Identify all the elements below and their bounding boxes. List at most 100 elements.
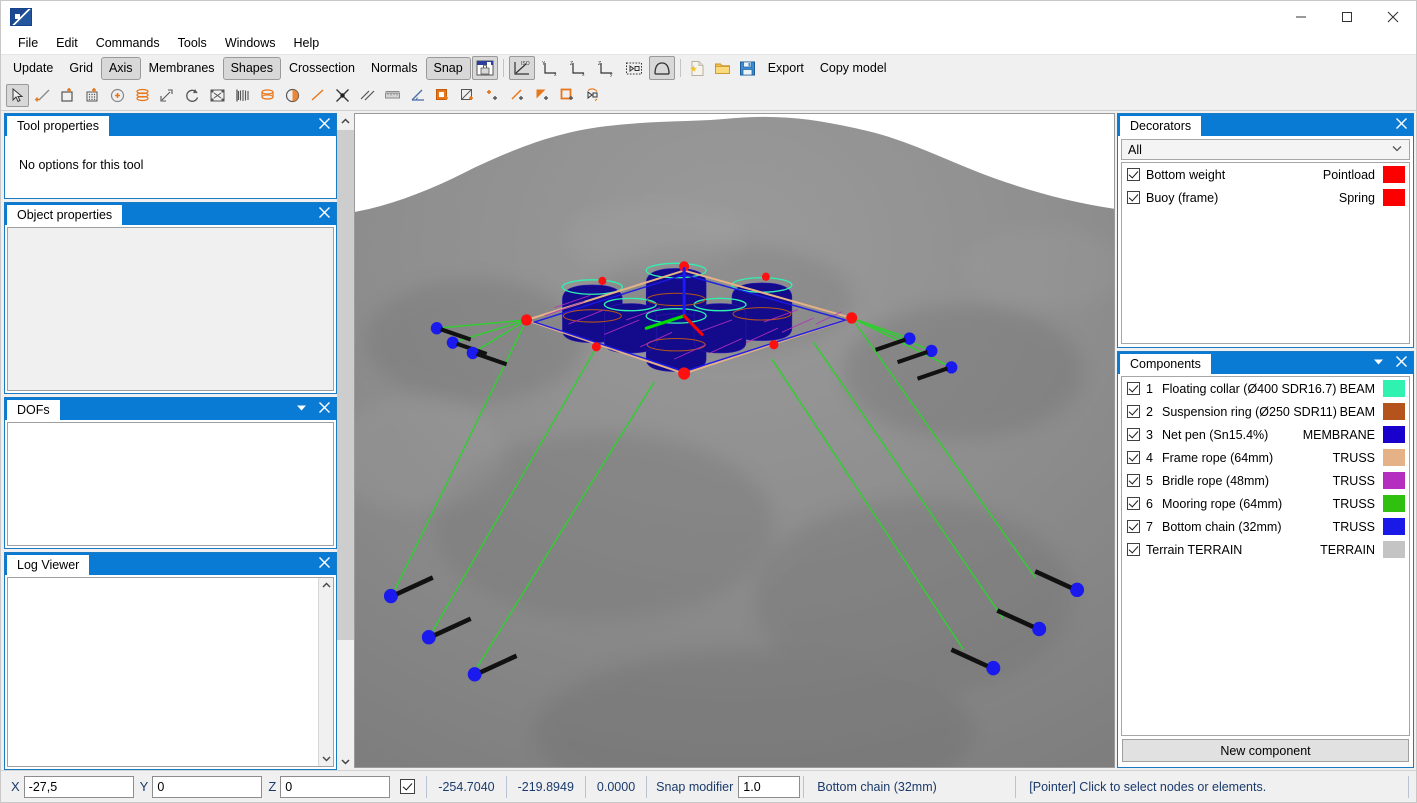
decorator-color-swatch[interactable]: [1383, 166, 1405, 183]
component-color-swatch[interactable]: [1383, 541, 1405, 558]
chevron-down-icon[interactable]: [1372, 355, 1385, 371]
ruler-icon[interactable]: [381, 84, 404, 107]
log-viewer-text-area[interactable]: [7, 577, 334, 767]
component-color-swatch[interactable]: [1383, 426, 1405, 443]
add-surface-icon[interactable]: [431, 84, 454, 107]
copy-shape-icon[interactable]: [581, 84, 604, 107]
close-icon[interactable]: [1395, 117, 1408, 133]
decorator-visibility-checkbox[interactable]: [1127, 191, 1140, 204]
move-node-icon[interactable]: [206, 84, 229, 107]
close-icon[interactable]: [318, 206, 331, 222]
component-visibility-checkbox[interactable]: [1127, 497, 1140, 510]
toolbar-normals-button[interactable]: Normals: [363, 57, 426, 80]
copy-model-button[interactable]: Copy model: [812, 58, 895, 79]
screenshot-lock-icon[interactable]: [471, 56, 498, 80]
panel-decorators-title[interactable]: Decorators: [1120, 116, 1202, 136]
add-cylinder-icon[interactable]: [131, 84, 154, 107]
toolbar-crossection-button[interactable]: Crossection: [281, 57, 363, 80]
log-viewer-scrollbar[interactable]: [318, 578, 333, 766]
table-row[interactable]: Terrain TERRAIN TERRAIN: [1122, 538, 1409, 561]
toolbar-membranes-button[interactable]: Membranes: [141, 57, 223, 80]
component-visibility-checkbox[interactable]: [1127, 382, 1140, 395]
left-dock-scroll-thumb[interactable]: [337, 130, 354, 640]
pointer-select-icon[interactable]: [6, 84, 29, 107]
add-quad-icon[interactable]: [556, 84, 579, 107]
close-icon[interactable]: [318, 117, 331, 133]
component-visibility-checkbox[interactable]: [1127, 474, 1140, 487]
menu-tools[interactable]: Tools: [169, 33, 216, 54]
close-button[interactable]: [1370, 1, 1416, 33]
menu-edit[interactable]: Edit: [47, 33, 87, 54]
x-coordinate-input[interactable]: [23, 775, 134, 798]
dofs-list[interactable]: [7, 422, 334, 546]
add-line-icon[interactable]: [31, 84, 54, 107]
toolbar-grid-button[interactable]: Grid: [61, 57, 101, 80]
new-component-button[interactable]: New component: [1122, 739, 1409, 762]
view-zx-icon[interactable]: Z x: [565, 56, 591, 80]
table-row[interactable]: 3 Net pen (Sn15.4%) MEMBRANE: [1122, 423, 1409, 446]
component-color-swatch[interactable]: [1383, 472, 1405, 489]
components-list[interactable]: 1 Floating collar (Ø400 SDR16.7) BEAM 2 …: [1121, 376, 1410, 736]
extrude-cylinder-icon[interactable]: [256, 84, 279, 107]
component-color-swatch[interactable]: [1383, 403, 1405, 420]
panel-tool-properties-title[interactable]: Tool properties: [7, 116, 109, 136]
add-face-icon[interactable]: [531, 84, 554, 107]
table-row[interactable]: 1 Floating collar (Ø400 SDR16.7) BEAM: [1122, 377, 1409, 400]
mirror-icon[interactable]: [231, 84, 254, 107]
y-coordinate-input[interactable]: [152, 775, 263, 798]
component-color-swatch[interactable]: [1383, 495, 1405, 512]
split-circle-icon[interactable]: [281, 84, 304, 107]
component-visibility-checkbox[interactable]: [1127, 405, 1140, 418]
component-visibility-checkbox[interactable]: [1127, 451, 1140, 464]
toolbar-update-button[interactable]: Update: [5, 57, 61, 80]
left-dock-scroll-track[interactable]: [337, 130, 354, 753]
panel-object-properties-title[interactable]: Object properties: [7, 205, 123, 225]
open-folder-icon[interactable]: [711, 57, 734, 80]
snap-modifier-input[interactable]: [738, 775, 801, 798]
snap-enabled-checkbox[interactable]: [400, 779, 416, 794]
add-circle-icon[interactable]: [106, 84, 129, 107]
close-icon[interactable]: [318, 401, 331, 417]
toolbar-axis-button[interactable]: Axis: [100, 56, 141, 80]
decorator-color-swatch[interactable]: [1383, 189, 1405, 206]
chevron-down-icon[interactable]: [337, 753, 354, 770]
list-item[interactable]: Bottom weight Pointload: [1122, 163, 1409, 186]
table-row[interactable]: 7 Bottom chain (32mm) TRUSS: [1122, 515, 1409, 538]
zoom-to-selection-icon[interactable]: [621, 56, 647, 80]
z-coordinate-input[interactable]: [280, 775, 391, 798]
add-point-icon[interactable]: [481, 84, 504, 107]
table-row[interactable]: 2 Suspension ring (Ø250 SDR11) BEAM: [1122, 400, 1409, 423]
list-item[interactable]: Buoy (frame) Spring: [1122, 186, 1409, 209]
component-visibility-checkbox[interactable]: [1127, 543, 1140, 556]
decorators-filter-dropdown[interactable]: All: [1121, 139, 1410, 160]
component-color-swatch[interactable]: [1383, 518, 1405, 535]
left-dock-scrollbar[interactable]: [337, 111, 354, 770]
add-grid-mesh-icon[interactable]: [81, 84, 104, 107]
table-row[interactable]: 5 Bridle rope (48mm) TRUSS: [1122, 469, 1409, 492]
parallel-lines-icon[interactable]: [356, 84, 379, 107]
3d-scene[interactable]: [355, 114, 1114, 767]
iso-view-icon[interactable]: ISO: [508, 56, 535, 80]
close-icon[interactable]: [1395, 355, 1408, 371]
chevron-up-icon[interactable]: [337, 113, 354, 130]
menu-commands[interactable]: Commands: [87, 33, 169, 54]
angle-icon[interactable]: [406, 84, 429, 107]
3d-viewport[interactable]: [354, 113, 1115, 768]
rotate-icon[interactable]: [181, 84, 204, 107]
menu-help[interactable]: Help: [285, 33, 329, 54]
decorator-visibility-checkbox[interactable]: [1127, 168, 1140, 181]
add-edge-icon[interactable]: [506, 84, 529, 107]
object-properties-list[interactable]: [7, 227, 334, 391]
chevron-down-icon[interactable]: [321, 751, 332, 766]
close-icon[interactable]: [318, 556, 331, 572]
chevron-down-icon[interactable]: [295, 401, 308, 417]
menu-windows[interactable]: Windows: [216, 33, 285, 54]
component-color-swatch[interactable]: [1383, 449, 1405, 466]
panel-log-viewer-title[interactable]: Log Viewer: [7, 555, 90, 575]
component-color-swatch[interactable]: [1383, 380, 1405, 397]
panel-components-title[interactable]: Components: [1120, 354, 1211, 374]
table-row[interactable]: 4 Frame rope (64mm) TRUSS: [1122, 446, 1409, 469]
export-button[interactable]: Export: [760, 58, 812, 79]
toolbar-shapes-button[interactable]: Shapes: [222, 56, 281, 80]
save-disk-icon[interactable]: [736, 57, 759, 80]
